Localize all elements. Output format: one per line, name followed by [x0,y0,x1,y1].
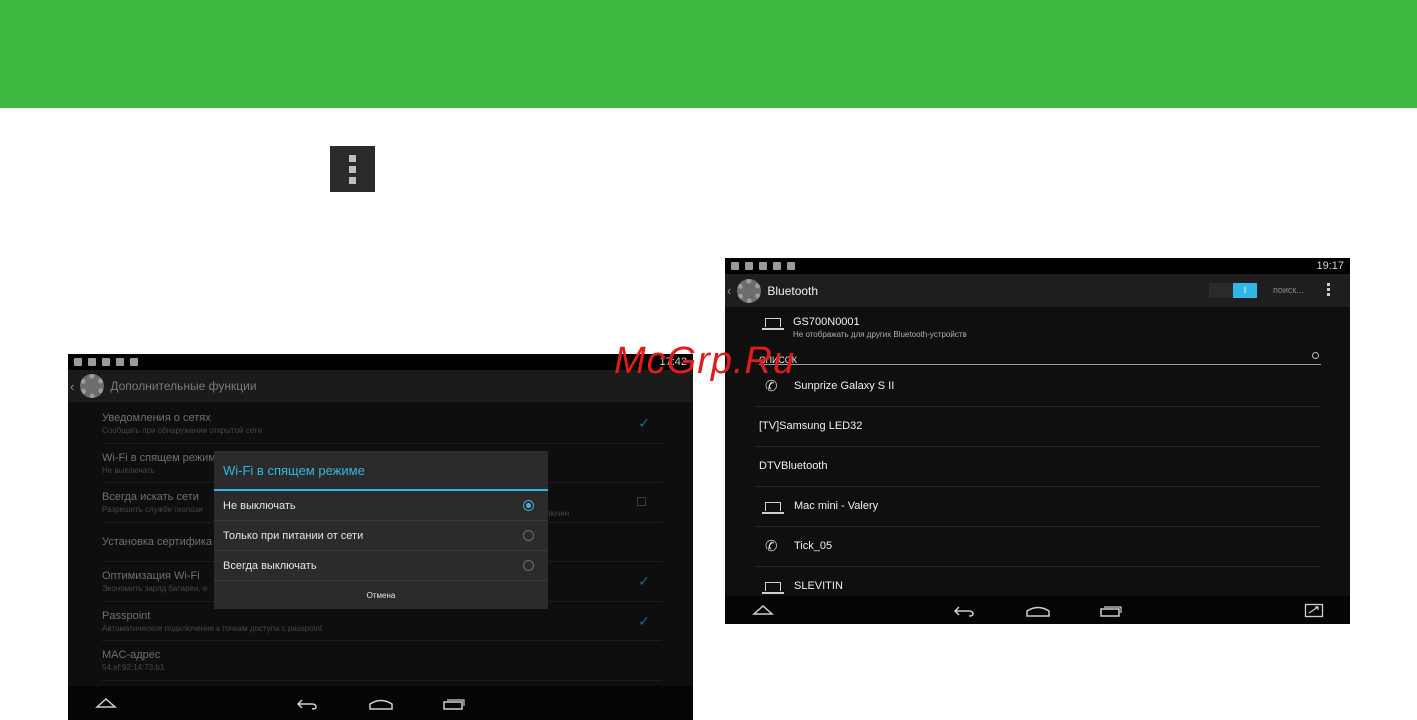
list-item[interactable]: DTVBluetooth [755,447,1321,487]
notification-icon [745,262,753,270]
dialog-option-never-off[interactable]: Не выключать [214,491,548,521]
notification-icon [759,262,767,270]
own-device-subtitle: Не отображать для других Bluetooth-устро… [793,330,967,339]
notification-icon [74,358,82,366]
status-clock: 19:17 [1316,260,1344,272]
setting-title: Passpoint [102,609,151,622]
notification-icon [116,358,124,366]
laptop-icon [762,318,784,330]
own-device-name: GS700N0001 [793,316,860,328]
list-item[interactable]: [TV]Samsung LED32 [755,407,1321,447]
setting-title: MAC-адрес [102,649,161,661]
nav-bar [68,686,693,720]
toggle-knob: I [1233,283,1257,298]
status-bar: 17:42 [68,354,693,370]
setting-mac-address: MAC-адрес 54:ef:92:14:73:b1 [102,641,662,681]
setting-subtitle: Сообщать при обнаружении открытой сети [102,426,263,435]
option-label: Всегда выключать [223,560,317,572]
page-title: Дополнительные функции [110,379,257,393]
radio-selected[interactable] [523,500,534,511]
device-name: Sunprize Galaxy S II [794,380,895,392]
action-bar: ‹ Bluetooth I поиск... [725,274,1350,307]
dialog-option-always-off[interactable]: Всегда выключать [214,551,548,581]
usb-icon [102,358,110,366]
battery-icon [130,358,138,366]
device-name: Mac mini - Valery [794,500,879,512]
notification-icon [773,262,781,270]
settings-gear-icon[interactable] [80,374,105,398]
home-icon[interactable] [368,698,394,710]
checkbox[interactable] [637,497,646,506]
setting-subtitle: 54:ef:92:14:73:b1 [102,663,165,672]
laptop-icon [762,502,784,514]
recents-icon[interactable] [442,698,466,710]
laptop-icon [762,582,784,594]
list-item[interactable]: ✆ Sunprize Galaxy S II [755,367,1321,407]
watermark: McGrp.Ru [614,340,796,382]
bluetooth-toggle[interactable]: I [1209,283,1257,298]
search-button[interactable]: поиск... [1273,285,1304,295]
dialog-title: Wi-Fi в спящем режиме [214,451,548,491]
back-icon[interactable] [953,605,975,617]
device-list: ✆ Sunprize Galaxy S II [TV]Samsung LED32… [755,367,1321,607]
list-item[interactable]: Mac mini - Valery [755,487,1321,527]
dialog-option-when-plugged[interactable]: Только при питании от сети [214,521,548,551]
progress-spinner-icon [1312,352,1319,359]
settings-gear-icon[interactable] [737,278,762,303]
device-name: SLEVITIN [794,580,843,592]
back-caret-icon[interactable]: ‹ [70,379,74,394]
mail-icon [731,262,739,270]
up-icon[interactable] [752,604,774,616]
checkmark-icon[interactable]: ✓ [638,415,650,432]
overflow-menu-icon[interactable] [1327,283,1331,298]
phone-icon: ✆ [765,538,778,555]
radio-unselected[interactable] [523,560,534,571]
back-icon[interactable] [296,698,318,710]
wifi-advanced-screenshot: 17:42 ‹ Дополнительные функции Уведомлен… [68,354,693,720]
up-icon[interactable] [95,697,117,709]
radio-unselected[interactable] [523,530,534,541]
wifi-sleep-dialog: Wi-Fi в спящем режиме Не выключать Тольк… [214,451,548,609]
option-label: Не выключать [223,500,296,512]
option-label: Только при питании от сети [223,530,364,542]
screenshot-icon[interactable] [1304,603,1324,618]
header-banner [0,0,1417,108]
nav-bar [725,596,1350,624]
menu-key-icon [330,146,375,192]
notification-icon [88,358,96,366]
home-icon[interactable] [1025,605,1051,617]
back-caret-icon[interactable]: ‹ [727,283,731,298]
lock-icon [787,262,795,270]
status-bar: 19:17 [725,258,1350,274]
device-name: Tick_05 [794,540,833,552]
page-title: Bluetooth [767,283,819,298]
setting-subtitle: Автоматическое подключение к точкам дост… [102,623,323,633]
device-name: [TV]Samsung LED32 [759,420,863,432]
device-name: DTVBluetooth [759,460,828,472]
bluetooth-screenshot: 19:17 ‹ Bluetooth I поиск... GS700N0001 … [725,258,1350,624]
cancel-button[interactable]: Отмена [214,581,548,609]
setting-network-notify[interactable]: Уведомления о сетях Сообщать при обнаруж… [102,404,662,444]
checkmark-icon[interactable]: ✓ [638,613,650,630]
setting-title: Уведомления о сетях [102,412,211,424]
recents-icon[interactable] [1099,605,1123,617]
checkmark-icon[interactable]: ✓ [638,573,650,590]
action-bar: ‹ Дополнительные функции [68,370,693,402]
list-item[interactable]: ✆ Tick_05 [755,527,1321,567]
devices-section-header: СПИСОК [759,350,1321,365]
